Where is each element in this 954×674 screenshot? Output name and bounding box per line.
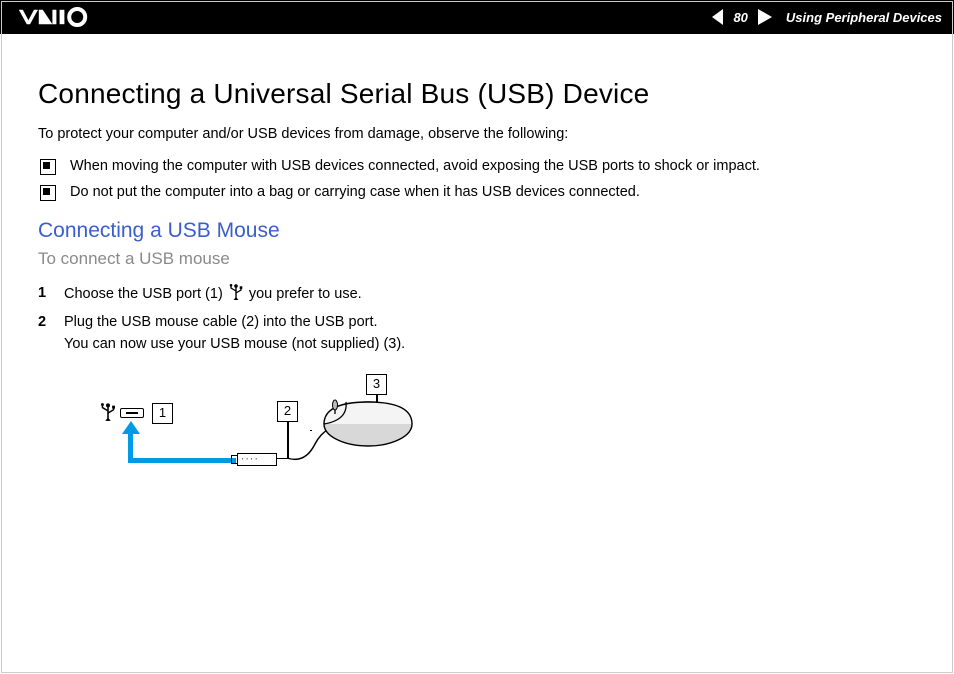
callout-1: 1 — [152, 403, 173, 424]
step-number: 1 — [38, 283, 64, 305]
bullet-icon — [40, 185, 56, 201]
step-text: Choose the USB port (1) you prefer to us… — [64, 283, 362, 306]
callout-line — [376, 395, 378, 403]
page-number: 80 — [731, 10, 749, 25]
next-page-arrow[interactable] — [758, 9, 772, 25]
intro-text: To protect your computer and/or USB devi… — [38, 124, 924, 146]
header-nav: 80 Using Peripheral Devices — [712, 9, 942, 25]
usb-port — [120, 408, 144, 418]
caution-list: When moving the computer with USB device… — [38, 156, 924, 204]
bullet-icon — [40, 159, 56, 175]
section-subtitle: Connecting a USB Mouse — [38, 219, 924, 243]
page-title: Connecting a Universal Serial Bus (USB) … — [38, 78, 924, 110]
list-item: When moving the computer with USB device… — [38, 156, 924, 178]
connection-diagram: 1 ▪ ▪ ▪ ▪ 2 3 — [70, 374, 450, 494]
page-header: 80 Using Peripheral Devices — [0, 0, 954, 34]
list-item-text: Do not put the computer into a bag or ca… — [70, 182, 640, 204]
cable-path — [128, 458, 236, 463]
step-text: Plug the USB mouse cable (2) into the US… — [64, 312, 405, 356]
vaio-logo — [18, 7, 114, 27]
section-label: Using Peripheral Devices — [786, 10, 942, 25]
section-instruction: To connect a USB mouse — [38, 249, 924, 269]
list-item-text: When moving the computer with USB device… — [70, 156, 760, 178]
step-text-frag: you prefer to use. — [249, 286, 362, 302]
list-item: Do not put the computer into a bag or ca… — [38, 182, 924, 204]
usb-icon — [100, 402, 116, 422]
mouse-icon — [318, 390, 414, 450]
usb-connector: ▪ ▪ ▪ ▪ — [237, 453, 277, 466]
cable-path — [128, 433, 133, 461]
step-text-frag: You can now use your USB mouse (not supp… — [64, 336, 405, 352]
usb-icon — [229, 283, 243, 301]
callout-3: 3 — [366, 374, 387, 395]
steps-list: 1 Choose the USB port (1) you prefer to … — [38, 283, 924, 355]
step-item: 1 Choose the USB port (1) you prefer to … — [38, 283, 924, 306]
page-content: Connecting a Universal Serial Bus (USB) … — [0, 34, 954, 494]
step-text-frag: Plug the USB mouse cable (2) into the US… — [64, 314, 378, 330]
prev-page-arrow[interactable] — [712, 9, 723, 25]
step-text-frag: Choose the USB port (1) — [64, 286, 227, 302]
step-item: 2 Plug the USB mouse cable (2) into the … — [38, 312, 924, 356]
step-number: 2 — [38, 312, 64, 334]
